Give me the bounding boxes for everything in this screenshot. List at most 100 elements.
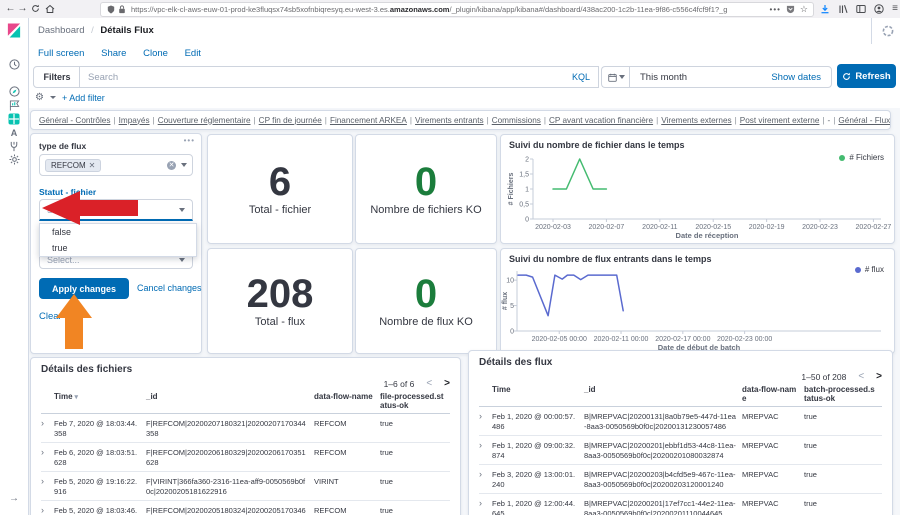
- column-header[interactable]: Time: [492, 385, 584, 394]
- cancel-changes-button[interactable]: Cancel changes: [137, 283, 202, 293]
- expand-row-icon[interactable]: ›: [479, 499, 492, 507]
- refresh-button[interactable]: Refresh: [837, 64, 896, 88]
- bookmark-star-icon[interactable]: ☆: [800, 4, 808, 15]
- clear-selection-icon[interactable]: ✕: [167, 161, 176, 170]
- dashboard-link[interactable]: Couverture réglementaire: [158, 116, 251, 125]
- dashboard-link[interactable]: Post virement externe: [740, 116, 820, 125]
- dashboard-link[interactable]: Général - Flux: [838, 116, 890, 125]
- dashboard-link[interactable]: Virements externes: [661, 116, 731, 125]
- option-false[interactable]: false: [40, 224, 196, 240]
- cell-id: B|MREPVAC|20200201|17ef7cc1-44e2-11ea-8a…: [584, 499, 742, 515]
- show-dates-button[interactable]: Show dates: [771, 72, 831, 83]
- nav-visualize-icon[interactable]: [7, 98, 21, 112]
- reload-button[interactable]: [29, 1, 42, 16]
- column-header[interactable]: _id: [584, 385, 742, 394]
- cell-id: B|MREPVAC|20200201|ebbf1d53-44c8-11ea-8a…: [584, 441, 742, 460]
- dashboard-link[interactable]: CP fin de journée: [259, 116, 322, 125]
- page-actions-icon[interactable]: •••: [770, 5, 781, 14]
- next-page-button[interactable]: >: [876, 371, 882, 382]
- tracking-shield-icon[interactable]: [107, 5, 115, 14]
- nav-management-icon[interactable]: [7, 152, 21, 166]
- expand-row-icon[interactable]: ›: [479, 412, 492, 420]
- column-header[interactable]: data-flow-name: [314, 392, 380, 401]
- chevron-down-icon: [50, 96, 56, 99]
- panel-menu-icon[interactable]: •••: [184, 136, 195, 145]
- cell-status: true: [380, 448, 450, 458]
- previous-page-button[interactable]: <: [858, 371, 864, 382]
- lock-icon[interactable]: [118, 5, 126, 14]
- breadcrumb-dashboard-link[interactable]: Dashboard: [38, 25, 84, 36]
- dashboard-link[interactable]: Commissions: [492, 116, 541, 125]
- sidebar-toggle-icon[interactable]: [856, 4, 866, 14]
- space-avatar-icon[interactable]: [882, 25, 894, 37]
- nav-recent-icon[interactable]: [7, 57, 21, 71]
- column-header[interactable]: Time ▾: [54, 392, 146, 401]
- filters-button[interactable]: Filters: [33, 66, 81, 88]
- expand-row-icon[interactable]: ›: [41, 506, 54, 514]
- remove-pill-icon[interactable]: ✕: [89, 161, 96, 170]
- expand-row-icon[interactable]: ›: [479, 441, 492, 449]
- link-separator: |: [113, 116, 115, 125]
- date-quick-select-button[interactable]: [601, 66, 630, 88]
- pocket-icon[interactable]: [786, 5, 795, 14]
- filter-options-gear-icon[interactable]: ⚙: [35, 92, 44, 103]
- type-de-flux-combobox[interactable]: REFCOM✕ ✕: [39, 154, 193, 176]
- time-range-value[interactable]: This month: [630, 72, 771, 83]
- nav-dashboard-icon[interactable]: [7, 112, 21, 126]
- search-input[interactable]: [80, 72, 564, 83]
- calendar-icon: [608, 73, 617, 82]
- library-icon[interactable]: [838, 4, 848, 14]
- chevron-down-icon: [179, 258, 185, 262]
- dashboard-link[interactable]: Financement ARKEA: [330, 116, 407, 125]
- menu-icon[interactable]: ≡: [892, 3, 898, 14]
- add-filter-button[interactable]: + Add filter: [62, 93, 105, 103]
- column-header[interactable]: data-flow-name: [742, 385, 804, 403]
- table-flux: Time_iddata-flow-namebatch-processed.sta…: [479, 382, 882, 515]
- legend-item[interactable]: # Fichiers: [839, 153, 884, 162]
- column-header[interactable]: file-processed.status-ok: [380, 392, 450, 410]
- expand-row-icon[interactable]: ›: [41, 477, 54, 485]
- table-row: ›Feb 5, 2020 @ 19:16:22.916F|VIRINT|366f…: [41, 472, 450, 501]
- download-icon[interactable]: [820, 4, 830, 14]
- nav-devtools-icon[interactable]: [7, 139, 21, 153]
- column-header[interactable]: _id: [146, 392, 314, 401]
- cell-id: F|REFCOM|20200207180321|2020020717034435…: [146, 419, 314, 438]
- clone-button[interactable]: Clone: [143, 48, 168, 59]
- home-button[interactable]: [43, 1, 56, 16]
- expand-row-icon[interactable]: ›: [41, 419, 54, 427]
- collapse-nav-icon[interactable]: →: [7, 491, 21, 505]
- full-screen-button[interactable]: Full screen: [38, 48, 84, 59]
- forward-button[interactable]: →: [16, 1, 29, 16]
- chevron-down-icon: [181, 163, 187, 167]
- previous-page-button[interactable]: <: [426, 378, 432, 389]
- clear-form-button[interactable]: Clear form: [39, 311, 83, 322]
- account-icon[interactable]: [874, 4, 884, 14]
- edit-button[interactable]: Edit: [185, 48, 201, 59]
- svg-text:# flux: # flux: [502, 292, 509, 310]
- share-button[interactable]: Share: [101, 48, 126, 59]
- nav-apm-icon[interactable]: A: [7, 126, 21, 140]
- table-row: ›Feb 1, 2020 @ 09:00:32.874B|MREPVAC|202…: [479, 436, 882, 465]
- cell-time: Feb 5, 2020 @ 18:03:46.580: [54, 506, 146, 515]
- option-true[interactable]: true: [40, 240, 196, 256]
- legend-dot-icon: [839, 155, 845, 161]
- dashboard-link[interactable]: CP avant vacation financière: [549, 116, 653, 125]
- apply-changes-button[interactable]: Apply changes: [39, 278, 129, 299]
- nav-discover-icon[interactable]: [7, 84, 21, 98]
- kibana-logo[interactable]: [7, 23, 21, 37]
- statut-fichier-select[interactable]: Select...: [39, 199, 193, 221]
- next-page-button[interactable]: >: [444, 378, 450, 389]
- dashboard-link[interactable]: Virements entrants: [415, 116, 484, 125]
- dashboard-link[interactable]: Impayés: [119, 116, 150, 125]
- dashboard-link[interactable]: Général - Contrôles: [39, 116, 110, 125]
- kql-toggle[interactable]: KQL: [564, 72, 598, 82]
- urlbar[interactable]: https://vpc-elk-cl-aws-euw-01-prod-ke3fl…: [100, 2, 814, 17]
- expand-row-icon[interactable]: ›: [41, 448, 54, 456]
- table-flux-panel: Détails des flux 1–50 of 208 < > Time_id…: [468, 350, 893, 515]
- svg-text:2020-02-15: 2020-02-15: [695, 224, 731, 231]
- cell-status: true: [804, 441, 882, 451]
- column-header[interactable]: batch-processed.status-ok: [804, 385, 882, 403]
- expand-row-icon[interactable]: ›: [479, 470, 492, 478]
- svg-text:2020-02-03: 2020-02-03: [535, 224, 571, 231]
- legend-item[interactable]: # flux: [855, 265, 884, 274]
